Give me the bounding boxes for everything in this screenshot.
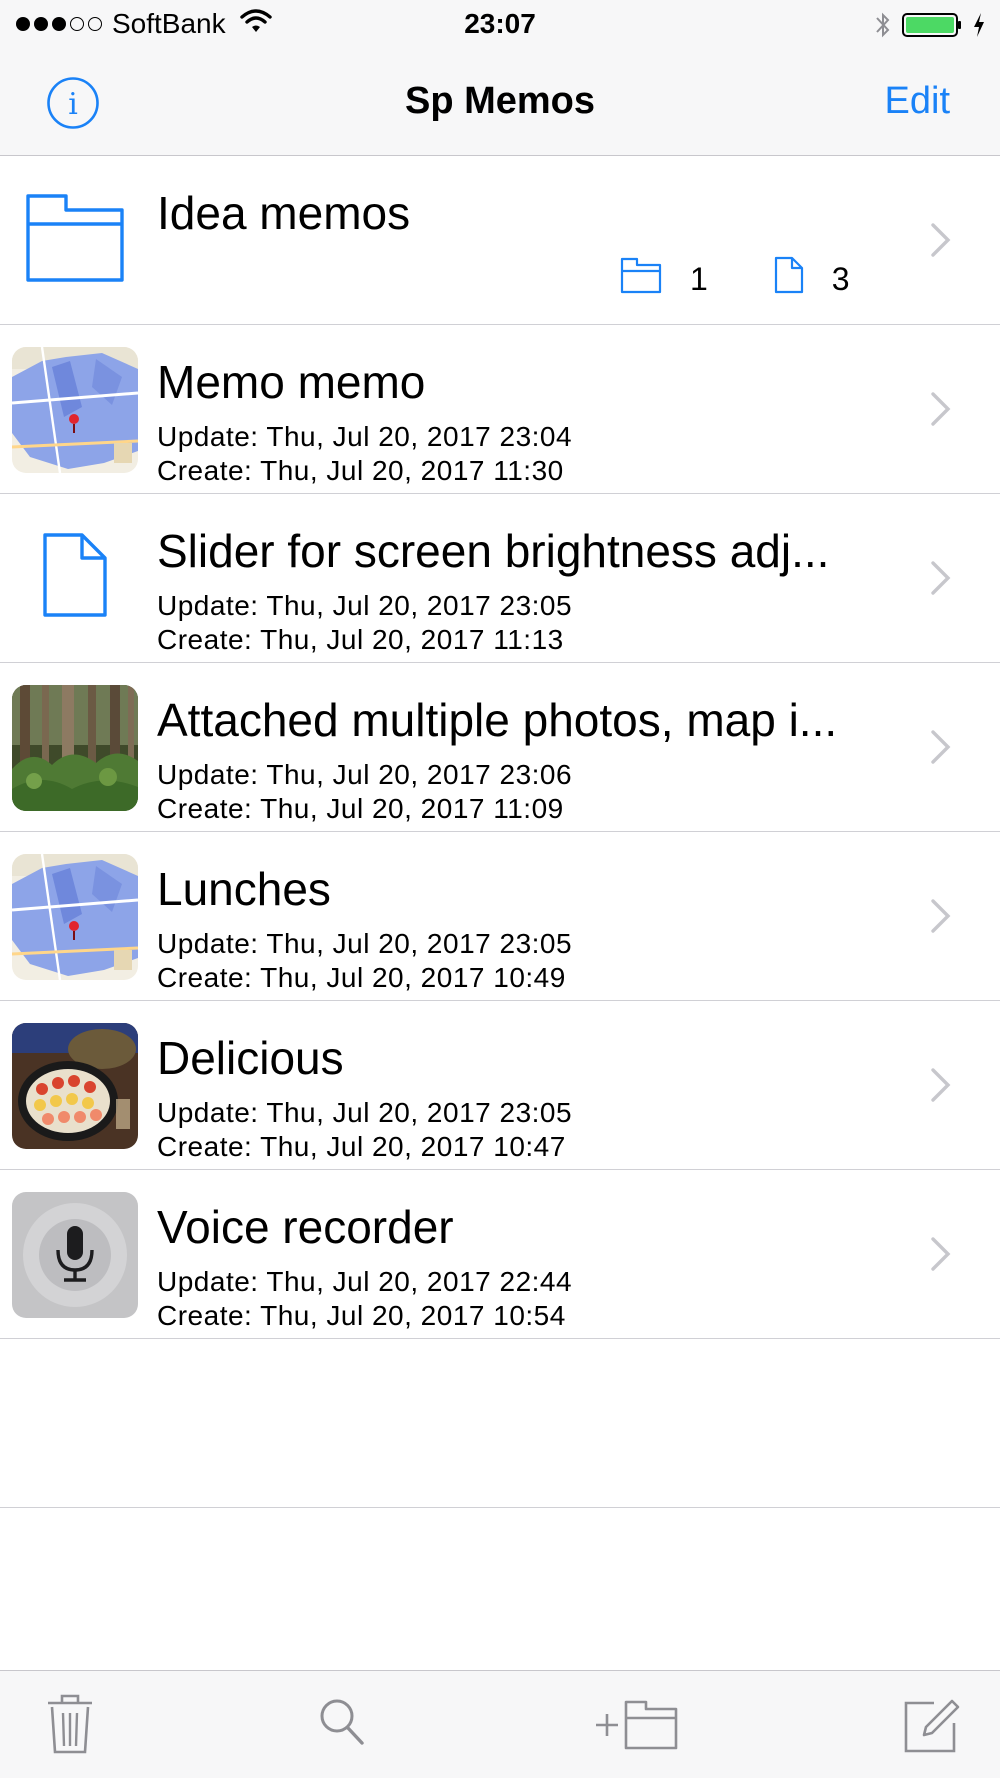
- chevron-right-icon: [930, 391, 952, 432]
- status-bar: SoftBank 23:07: [0, 0, 1000, 50]
- chevron-right-icon: [930, 1236, 952, 1277]
- memo-title: Delicious: [157, 1032, 344, 1084]
- folder-title: Idea memos: [157, 187, 411, 239]
- memo-row[interactable]: Delicious Update: Thu, Jul 20, 2017 23:0…: [0, 1001, 1000, 1170]
- map-thumbnail: [12, 347, 138, 473]
- file-count-icon: [774, 256, 804, 302]
- memo-row[interactable]: Lunches Update: Thu, Jul 20, 2017 23:05 …: [0, 832, 1000, 1001]
- memo-create-date: Create: Thu, Jul 20, 2017 10:49: [157, 962, 566, 993]
- memo-row[interactable]: Slider for screen brightness adj... Upda…: [0, 494, 1000, 663]
- bluetooth-icon: [874, 10, 892, 45]
- memo-row[interactable]: Attached multiple photos, map i... Updat…: [0, 663, 1000, 832]
- chevron-right-icon: [930, 729, 952, 770]
- memo-create-date: Create: Thu, Jul 20, 2017 11:13: [157, 624, 564, 655]
- memo-title: Memo memo: [157, 356, 426, 408]
- memo-title: Voice recorder: [157, 1201, 454, 1253]
- empty-row: [0, 1339, 1000, 1508]
- compose-icon: [904, 1699, 960, 1753]
- delete-button[interactable]: [46, 1693, 94, 1760]
- edit-button[interactable]: Edit: [885, 80, 950, 123]
- subfolder-count-icon: [620, 256, 662, 302]
- folder-row-idea-memos[interactable]: Idea memos 1 3: [0, 156, 1000, 325]
- microphone-thumbnail: [12, 1192, 138, 1318]
- map-thumbnail: [12, 854, 138, 980]
- page-title: Sp Memos: [404, 80, 596, 122]
- status-right: [874, 10, 986, 45]
- memo-create-date: Create: Thu, Jul 20, 2017 11:09: [157, 793, 564, 824]
- charging-bolt-icon: [972, 12, 986, 43]
- folder-counts: 1 3: [620, 256, 850, 302]
- document-icon: [42, 532, 108, 623]
- battery-icon: [902, 12, 962, 43]
- new-folder-icon: [596, 1700, 678, 1750]
- forest-photo-thumbnail: [12, 685, 138, 811]
- bottom-toolbar: [0, 1670, 1000, 1778]
- memo-update-date: Update: Thu, Jul 20, 2017 23:06: [157, 759, 573, 790]
- sushi-photo-thumbnail: [12, 1023, 138, 1149]
- search-button[interactable]: [318, 1697, 366, 1752]
- memo-update-date: Update: Thu, Jul 20, 2017 22:44: [157, 1266, 573, 1297]
- memo-list: Idea memos 1 3 Memo memo Update: Thu, Ju…: [0, 156, 1000, 1508]
- navigation-bar: i Sp Memos Edit: [0, 50, 1000, 156]
- memo-title: Lunches: [157, 863, 331, 915]
- memo-update-date: Update: Thu, Jul 20, 2017 23:05: [157, 928, 573, 959]
- chevron-right-icon: [930, 898, 952, 939]
- chevron-right-icon: [930, 1067, 952, 1108]
- memo-create-date: Create: Thu, Jul 20, 2017 11:30: [157, 455, 564, 486]
- memo-create-date: Create: Thu, Jul 20, 2017 10:54: [157, 1300, 566, 1331]
- folder-icon: [26, 192, 124, 289]
- memo-row[interactable]: Memo memo Update: Thu, Jul 20, 2017 23:0…: [0, 325, 1000, 494]
- subfolder-count: 1: [690, 260, 708, 297]
- search-icon: [320, 1699, 364, 1745]
- memo-title: Slider for screen brightness adj...: [157, 525, 830, 577]
- chevron-right-icon: [930, 560, 952, 601]
- memo-update-date: Update: Thu, Jul 20, 2017 23:04: [157, 421, 573, 452]
- new-folder-button[interactable]: [594, 1699, 680, 1756]
- memo-create-date: Create: Thu, Jul 20, 2017 10:47: [157, 1131, 566, 1162]
- memo-update-date: Update: Thu, Jul 20, 2017 23:05: [157, 590, 573, 621]
- trash-icon: [48, 1694, 92, 1754]
- compose-button[interactable]: [902, 1695, 962, 1760]
- memo-row[interactable]: Voice recorder Update: Thu, Jul 20, 2017…: [0, 1170, 1000, 1339]
- memo-title: Attached multiple photos, map i...: [157, 694, 838, 746]
- status-time: 23:07: [464, 8, 536, 39]
- memo-update-date: Update: Thu, Jul 20, 2017 23:05: [157, 1097, 573, 1128]
- chevron-right-icon: [930, 222, 952, 263]
- file-count: 3: [831, 260, 850, 297]
